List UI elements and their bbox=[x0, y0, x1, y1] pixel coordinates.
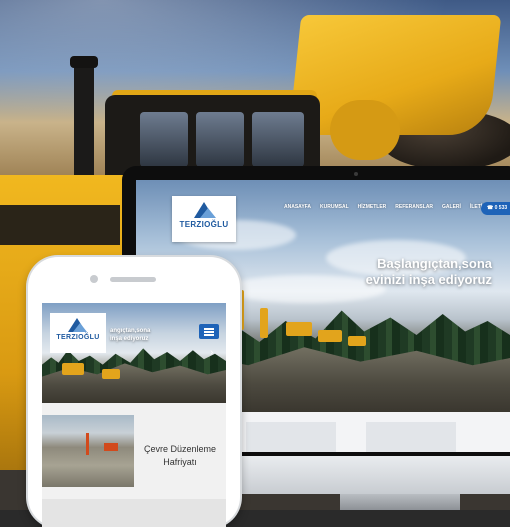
drill-rig bbox=[86, 433, 89, 455]
nav-item-anasayfa[interactable]: ANASAYFA bbox=[284, 204, 311, 210]
mobile-services-section: Çevre Düzenleme Hafriyatı bbox=[42, 403, 226, 527]
logo-text: TERZIOĞLU bbox=[56, 334, 100, 341]
content-card[interactable] bbox=[246, 422, 336, 452]
hamburger-icon[interactable] bbox=[199, 324, 219, 339]
nav-item-hizmetler[interactable]: HİZMETLER bbox=[358, 204, 387, 210]
bulldozer bbox=[102, 369, 120, 379]
hero-title: Başlangıçtan,sona evinizi inşa ediyoruz bbox=[316, 256, 492, 288]
menu-bar bbox=[204, 328, 214, 330]
menu-bar bbox=[204, 331, 214, 333]
bulldozer bbox=[318, 330, 342, 342]
service-card-title[interactable]: Çevre Düzenleme Hafriyatı bbox=[134, 443, 226, 469]
phone-call-button[interactable]: ☎ 0 533 bbox=[481, 202, 510, 215]
logo-mark-icon bbox=[200, 208, 216, 218]
service-title-line: Hafriyatı bbox=[163, 457, 197, 467]
exhaust-cap bbox=[70, 56, 98, 68]
nav-item-referanslar[interactable]: REFERANSLAR bbox=[395, 204, 433, 210]
loader-stripe bbox=[0, 205, 120, 245]
phone-icon: ☎ bbox=[487, 205, 495, 211]
bulldozer bbox=[348, 336, 366, 346]
hero-title-line: Başlangıçtan,sona bbox=[377, 256, 492, 271]
mobile-next-card bbox=[42, 499, 226, 527]
mobile-hero-line: angıçtan,sona bbox=[110, 328, 151, 334]
hero-title-line: evinizi inşa ediyoruz bbox=[365, 272, 492, 287]
nav-item-galeri[interactable]: GALERİ bbox=[442, 204, 461, 210]
phone-speaker bbox=[110, 277, 156, 282]
logo-text: TERZIOĞLU bbox=[179, 220, 229, 229]
mobile-hero: TERZIOĞLU angıçtan,sona inşa ediyoruz › bbox=[42, 303, 226, 403]
main-nav: ANASAYFA KURUMSAL HİZMETLER REFERANSLAR … bbox=[284, 204, 491, 210]
service-thumbnail[interactable] bbox=[42, 415, 134, 487]
phone-number: 0 533 bbox=[494, 205, 508, 211]
service-title-line: Çevre Düzenleme bbox=[143, 444, 217, 454]
monitor-stand bbox=[340, 494, 460, 510]
mobile-site-logo[interactable]: TERZIOĞLU bbox=[50, 313, 106, 353]
logo-mark-icon bbox=[73, 323, 87, 332]
camera-icon bbox=[354, 172, 358, 176]
site-logo[interactable]: TERZIOĞLU bbox=[172, 196, 236, 242]
nav-item-kurumsal[interactable]: KURUMSAL bbox=[320, 204, 349, 210]
mobile-hero-text: angıçtan,sona inşa ediyoruz bbox=[110, 327, 196, 343]
cab-window bbox=[252, 112, 304, 167]
menu-bar bbox=[204, 334, 214, 336]
mobile-phone: TERZIOĞLU angıçtan,sona inşa ediyoruz › … bbox=[28, 257, 240, 527]
chevron-right-icon[interactable]: › bbox=[210, 347, 213, 358]
loader-arm bbox=[330, 100, 400, 160]
mobile-screen: TERZIOĞLU angıçtan,sona inşa ediyoruz › … bbox=[42, 303, 226, 527]
phone-camera-icon bbox=[90, 275, 98, 283]
bulldozer bbox=[286, 322, 312, 336]
excavator bbox=[104, 443, 118, 451]
excavator-arm bbox=[260, 308, 268, 338]
cab-window bbox=[196, 112, 244, 167]
exhaust-pipe bbox=[74, 60, 94, 180]
content-card[interactable] bbox=[366, 422, 456, 452]
mobile-hero-line: inşa ediyoruz bbox=[110, 336, 149, 342]
bulldozer bbox=[62, 363, 84, 375]
cab-window bbox=[140, 112, 188, 167]
